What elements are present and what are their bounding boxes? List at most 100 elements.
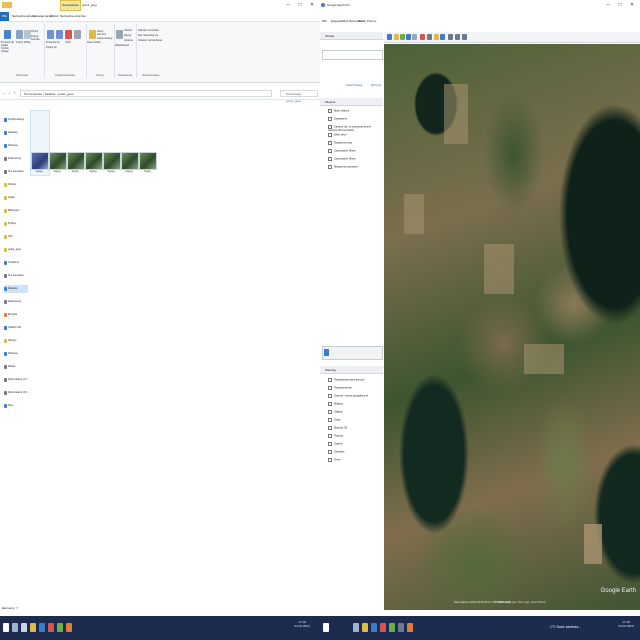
checkbox-icon[interactable]: [328, 442, 332, 446]
checkbox-icon[interactable]: [328, 109, 332, 113]
app-icon[interactable]: [66, 623, 72, 632]
sidebar-item[interactable]: OneDrive: [4, 259, 28, 267]
search-icon[interactable]: [353, 623, 359, 632]
sidebar-item[interactable]: Muzyka: [4, 311, 28, 319]
task-view-icon[interactable]: [21, 623, 27, 632]
close-icon[interactable]: ✕: [628, 2, 636, 8]
email-icon[interactable]: [455, 34, 460, 40]
file-name[interactable]: 1.jpeg: [31, 170, 47, 173]
sidebar-item[interactable]: Arkali: [4, 194, 28, 202]
planet-icon[interactable]: [440, 34, 445, 40]
overlay-icon[interactable]: [412, 34, 417, 40]
checkbox-icon[interactable]: [328, 402, 332, 406]
checkbox-icon[interactable]: [328, 418, 332, 422]
tree-item[interactable]: Zdjęcia: [328, 410, 380, 414]
checkbox-icon[interactable]: [328, 426, 332, 430]
search-input[interactable]: Przeszukaj: pole1_gree: [280, 90, 318, 103]
copy-to-icon[interactable]: [56, 30, 63, 39]
pin-button[interactable]: Przypnij do paska Szybki dostęp: [1, 41, 15, 53]
move-to-button[interactable]: Przenieś do: [46, 41, 60, 44]
clock[interactable]: 17:19 04.02.2023: [614, 620, 638, 628]
copy-to-button[interactable]: Kopiuj do: [46, 46, 57, 49]
sidebar-item[interactable]: Obrazy: [4, 181, 28, 189]
edge-icon[interactable]: [371, 623, 377, 632]
select-all-button[interactable]: Zaznacz wszystko: [138, 29, 159, 32]
checkbox-icon[interactable]: [328, 394, 332, 398]
sidebar-item[interactable]: Szybki dostęp: [4, 116, 28, 124]
sidebar-item[interactable]: Pobrane: [4, 350, 28, 358]
app-icon[interactable]: [407, 623, 413, 632]
tree-item[interactable]: Zwiedzanie: [328, 117, 380, 121]
forward-icon[interactable]: →: [7, 90, 11, 95]
sidebar-item[interactable]: Sieć: [4, 402, 28, 410]
tree-item[interactable]: Zachowanie Wieży: [328, 157, 380, 161]
menu-item[interactable]: Pomoc: [367, 19, 376, 23]
cut-button[interactable]: Wytnij: [31, 30, 38, 33]
maximize-icon[interactable]: □: [616, 2, 624, 8]
close-icon[interactable]: ✕: [308, 2, 316, 8]
file-name[interactable]: 7.jpeg: [139, 170, 155, 173]
satellite-map-view[interactable]: Google Earth © 2023 Google: [384, 44, 640, 610]
sidebar-toggle-icon[interactable]: [387, 34, 392, 40]
sidebar-item[interactable]: Dokumenty: [4, 298, 28, 306]
file-thumbnail[interactable]: [31, 152, 49, 170]
sidebar-item[interactable]: Desktop: [4, 129, 28, 137]
tree-item[interactable]: Podstawowa baza danych: [328, 378, 380, 382]
tab-view[interactable]: Widok: [50, 14, 58, 18]
sidebar-item[interactable]: Ten komputer: [4, 168, 28, 176]
back-icon[interactable]: ←: [2, 90, 6, 95]
print-icon[interactable]: [462, 34, 467, 40]
checkbox-icon[interactable]: [328, 141, 332, 145]
tree-item[interactable]: Świadomy trasy: [328, 141, 380, 145]
history-button[interactable]: Historia: [124, 39, 133, 42]
sidebar-item[interactable]: Pobrane: [4, 142, 28, 150]
tree-item[interactable]: Wiek ziemi: [328, 133, 380, 137]
checkbox-icon[interactable]: [328, 378, 332, 382]
start-icon[interactable]: [3, 623, 9, 632]
sidebar-item[interactable]: Wideo: [4, 363, 28, 371]
checkbox-icon[interactable]: [328, 133, 332, 137]
ruler-icon[interactable]: [448, 34, 453, 40]
tab-manage-context[interactable]: Zarządzanie: [60, 0, 81, 11]
sidebar-item[interactable]: Python: [4, 220, 28, 228]
checkbox-icon[interactable]: [328, 434, 332, 438]
history-icon[interactable]: [427, 34, 432, 40]
menu-item[interactable]: Plik: [322, 19, 327, 23]
rename-icon[interactable]: [74, 30, 81, 39]
file-name[interactable]: 3.jpeg: [67, 170, 83, 173]
invert-selection-button[interactable]: Odwróć zaznaczenie: [138, 39, 162, 42]
sidebar-item[interactable]: Mikogram: [4, 207, 28, 215]
checkbox-icon[interactable]: [328, 157, 332, 161]
sidebar-item[interactable]: Dysk lokalny (C:): [4, 376, 28, 384]
new-folder-button[interactable]: Nowy folder: [87, 41, 101, 44]
tree-item[interactable]: Powiadomienia: [328, 386, 380, 390]
sidebar-item[interactable]: Desktop: [4, 285, 28, 293]
address-bar[interactable]: Ten komputer › Desktop › pole1_gree: [20, 90, 272, 97]
menu-item[interactable]: Dodaj: [358, 19, 366, 23]
sidebar-item[interactable]: Obiekty 3D: [4, 324, 28, 332]
file-name[interactable]: 6.jpeg: [121, 170, 137, 173]
new-item-button[interactable]: Nowy element: [97, 30, 113, 36]
clear-link[interactable]: Wyczyść: [371, 84, 381, 87]
tree-item[interactable]: Pogoda: [328, 434, 380, 438]
menu-item[interactable]: Widok: [340, 19, 348, 23]
tree-item[interactable]: Zachowanie Wieku: [328, 149, 380, 153]
sidebar-item[interactable]: Ten komputer: [4, 272, 28, 280]
path-icon[interactable]: [406, 34, 411, 40]
sun-icon[interactable]: [434, 34, 439, 40]
search-icon[interactable]: [324, 349, 329, 356]
checkbox-icon[interactable]: [328, 458, 332, 462]
explorer-taskbar-icon[interactable]: [30, 623, 36, 632]
sidebar-item[interactable]: Dokumenty: [4, 155, 28, 163]
minimize-icon[interactable]: –: [604, 2, 612, 8]
file-thumbnail[interactable]: [67, 152, 85, 170]
tree-item[interactable]: Drogi: [328, 418, 380, 422]
file-thumbnail[interactable]: [85, 152, 103, 170]
maximize-icon[interactable]: □: [296, 2, 304, 8]
minimize-icon[interactable]: –: [284, 2, 292, 8]
file-thumbnail[interactable]: [139, 152, 157, 170]
checkbox-icon[interactable]: [328, 386, 332, 390]
properties-icon[interactable]: [116, 30, 123, 39]
chrome-icon[interactable]: [48, 623, 54, 632]
start-icon[interactable]: [323, 623, 329, 632]
